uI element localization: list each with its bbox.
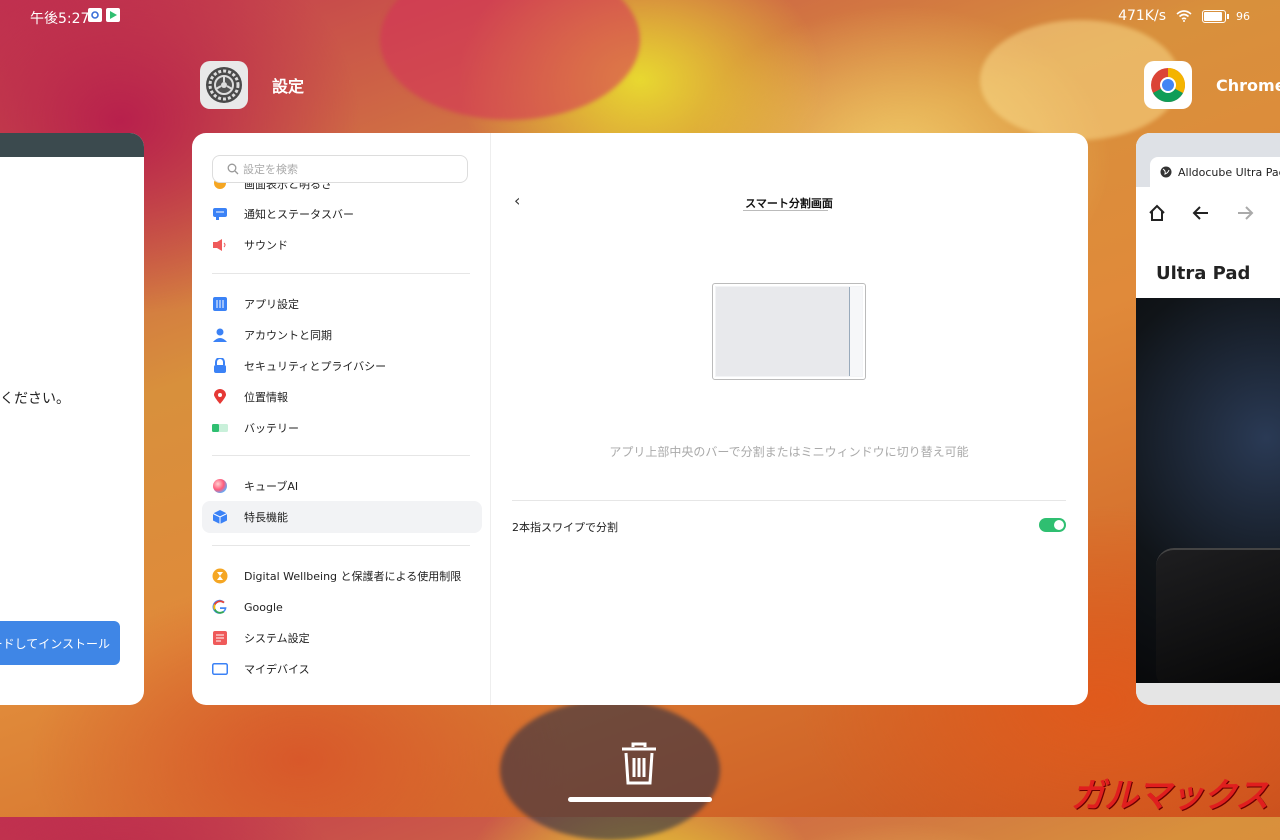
chrome-app-title: Chrome [1216, 75, 1280, 95]
settings-sidebar: 設定を検索 画面表示と明るさ 通知とステータスバー サウンド アプリ設定 アカウ… [192, 133, 491, 705]
home-gesture-bar[interactable] [568, 797, 712, 802]
sidebar-item-label: バッテリー [244, 422, 299, 435]
web-page-heading: Ultra Pad [1156, 263, 1251, 284]
settings-notification-icon [88, 8, 102, 22]
sidebar-item-location[interactable]: 位置情報 [202, 381, 482, 413]
sidebar-item-label: キューブAI [244, 480, 299, 493]
status-bar: 午後5:27 471K/s 96 [0, 0, 1280, 34]
chrome-tab-strip: Alldocube Ultra Pad – [1136, 133, 1280, 187]
network-speed: 471K/s [1118, 8, 1166, 24]
settings-search-input[interactable]: 設定を検索 [212, 155, 468, 183]
sidebar-item-accounts[interactable]: アカウントと同期 [202, 319, 482, 351]
apps-icon [212, 296, 228, 312]
sidebar-divider [212, 545, 470, 546]
chrome-app-icon[interactable] [1144, 61, 1192, 109]
sidebar-item-apps[interactable]: アプリ設定 [202, 288, 482, 320]
sidebar-item-digital-wellbeing[interactable]: Digital Wellbeing と保護者による使用制限 [202, 560, 482, 592]
settings-app-card[interactable]: 設定を検索 画面表示と明るさ 通知とステータスバー サウンド アプリ設定 アカウ… [192, 133, 1088, 705]
sidebar-divider [212, 273, 470, 274]
settings-app-header[interactable]: 設定 [200, 61, 304, 109]
sidebar-item-label: アカウントと同期 [244, 329, 332, 342]
sidebar-item-battery[interactable]: バッテリー [202, 412, 482, 444]
clear-all-trash-icon[interactable] [620, 742, 658, 790]
battery-level: 96 [1236, 9, 1250, 23]
sound-icon [212, 237, 228, 253]
status-notification-icons [88, 8, 120, 22]
system-icon [212, 630, 228, 646]
sidebar-item-label: サウンド [244, 239, 288, 252]
sidebar-item-label: 特長機能 [244, 511, 288, 524]
sidebar-item-label: Digital Wellbeing と保護者による使用制限 [244, 570, 462, 583]
search-icon [227, 163, 239, 175]
play-store-icon [106, 8, 120, 22]
sidebar-item-label: マイデバイス [244, 663, 310, 676]
watermark-logo: ガルマックス [1071, 776, 1269, 816]
sidebar-item-my-device[interactable]: マイデバイス [202, 653, 482, 685]
wallpaper-shape [500, 700, 720, 840]
sidebar-item-google[interactable]: Google [202, 591, 482, 623]
chrome-tab[interactable]: Alldocube Ultra Pad – [1150, 157, 1280, 187]
device-icon [212, 661, 228, 677]
chrome-bottom-bar [1136, 683, 1280, 705]
page-title: スマート分割画面 [745, 197, 833, 210]
sidebar-item-label: Google [244, 600, 283, 614]
google-icon [212, 599, 228, 615]
sidebar-item-security[interactable]: セキュリティとプライバシー [202, 350, 482, 382]
settings-app-title: 設定 [272, 77, 305, 96]
home-icon[interactable] [1148, 203, 1166, 227]
settings-app-icon[interactable] [200, 61, 248, 109]
sidebar-item-label: アプリ設定 [244, 298, 299, 311]
preview-main-window [716, 287, 849, 376]
sidebar-divider [212, 455, 470, 456]
toggle-knob [1054, 520, 1064, 530]
wellbeing-icon [212, 568, 228, 584]
chrome-toolbar [1136, 187, 1280, 243]
title-underline [743, 210, 828, 211]
content-divider [512, 500, 1066, 501]
sidebar-item-label: 通知とステータスバー [244, 208, 354, 221]
sidebar-item-cube-ai[interactable]: キューブAI [202, 470, 482, 502]
recent-app-card-left[interactable]: ください。 ードしてインストール [0, 133, 144, 705]
chrome-app-header[interactable]: Chrome [1144, 61, 1280, 109]
forward-arrow-icon[interactable] [1236, 203, 1254, 227]
globe-icon [1160, 166, 1172, 178]
sidebar-item-features[interactable]: 特長機能 [202, 501, 482, 533]
two-finger-split-toggle[interactable] [1039, 518, 1066, 532]
status-right: 471K/s 96 [1118, 8, 1250, 24]
chrome-app-card[interactable]: Alldocube Ultra Pad – Ultra Pad [1136, 133, 1280, 705]
chrome-tab-title: Alldocube Ultra Pad – [1178, 165, 1280, 179]
preview-side-window [849, 287, 862, 376]
settings-content-pane: ‹ スマート分割画面 アプリ上部中央のバーで分割またはミニウィンドウに切り替え可… [490, 133, 1088, 705]
battery-icon [212, 420, 228, 436]
sidebar-item-system[interactable]: システム設定 [202, 622, 482, 654]
install-button[interactable]: ードしてインストール [0, 621, 120, 665]
notification-icon [212, 206, 228, 222]
cube-ai-icon [212, 478, 228, 494]
sidebar-item-label: セキュリティとプライバシー [244, 360, 387, 373]
wifi-icon [1176, 10, 1192, 22]
feature-description: アプリ上部中央のバーで分割またはミニウィンドウに切り替え可能 [609, 445, 969, 459]
search-placeholder: 設定を検索 [243, 163, 298, 176]
product-image [1136, 298, 1280, 690]
two-finger-split-label: 2本指スワイプで分割 [512, 521, 618, 534]
sidebar-item-label: システム設定 [244, 632, 310, 645]
battery-icon [1202, 9, 1229, 23]
left-card-toolbar [0, 133, 144, 157]
features-icon [212, 509, 228, 525]
lock-icon [212, 358, 228, 374]
split-screen-preview-image [712, 283, 866, 380]
location-icon [212, 389, 228, 405]
back-arrow-icon[interactable] [1192, 203, 1210, 227]
sidebar-item-notifications[interactable]: 通知とステータスバー [202, 198, 482, 230]
account-icon [212, 327, 228, 343]
status-time: 午後5:27 [30, 11, 90, 27]
sidebar-item-label: 位置情報 [244, 391, 288, 404]
sidebar-item-sound[interactable]: サウンド [202, 229, 482, 261]
left-card-text: ください。 [0, 391, 70, 407]
